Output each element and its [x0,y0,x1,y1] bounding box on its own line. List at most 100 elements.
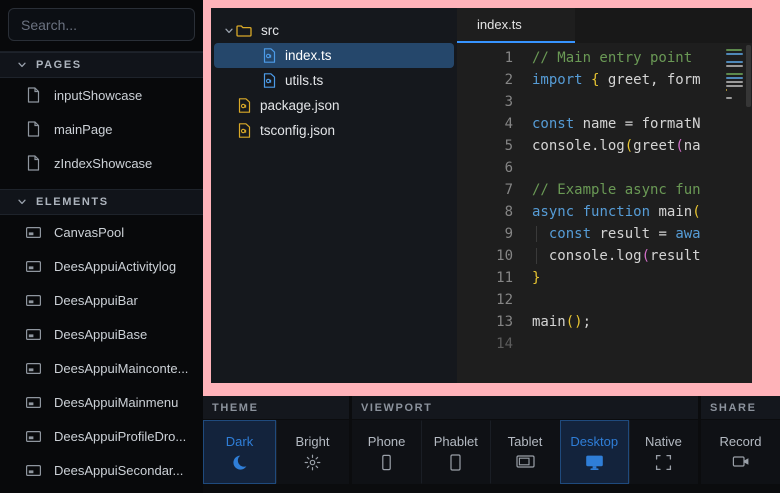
toolbar-button-label: Native [645,434,682,449]
sidebar-item-inputshowcase[interactable]: inputShowcase [0,78,203,112]
sun-icon [304,454,321,471]
tree-item-tsconfig-json[interactable]: tsconfig.json [214,118,454,143]
native-icon [655,454,672,471]
sidebar-item-label: DeesAppuiBar [54,293,138,308]
line-number: 2 [457,72,513,88]
line-number: 4 [457,116,513,132]
editor-tab-bar: index.ts [457,8,752,43]
toolbar-group-header-viewport: VIEWPORT [352,396,698,419]
tablet-icon [516,454,535,469]
code-text: console.log(result [513,248,752,264]
json-file-icon [238,98,251,113]
code-text: // Main entry point [513,50,752,66]
desktop-icon [585,454,604,471]
element-icon [25,329,41,340]
ts-file-icon [263,48,276,63]
sidebar-item-label: DeesAppuiSecondar... [54,463,183,478]
line-number: 5 [457,138,513,154]
chevron-down-icon [17,60,27,70]
sidebar-section-header-elements[interactable]: ELEMENTS [0,189,203,215]
minimap[interactable] [726,49,744,105]
line-number: 7 [457,182,513,198]
toolbar-button-desktop[interactable]: Desktop [560,420,629,484]
element-icon [25,363,41,374]
sidebar-section-header-pages[interactable]: PAGES [0,52,203,78]
toolbar-button-dark[interactable]: Dark [203,420,276,484]
code-lines: 1// Main entry point2import { greet, for… [457,47,752,355]
toolbar-button-record[interactable]: Record [701,420,780,484]
line-number: 9 [457,226,513,242]
bottom-toolbar: THEME Dark Bright VIEWPORTPhone Phablet Table… [203,396,780,493]
line-number: 10 [457,248,513,264]
code-line-5: 5console.log(greet(na [457,135,752,157]
tree-item-package-json[interactable]: package.json [214,93,454,118]
record-icon [732,454,750,469]
sidebar-section-label: PAGES [36,59,82,71]
toolbar-button-label: Bright [296,434,330,449]
chevron-down-icon [17,197,27,207]
phone-icon [378,454,395,471]
sidebar-item-canvaspool[interactable]: CanvasPool [0,215,203,249]
sidebar-item-zindexshowcase[interactable]: zIndexShowcase [0,146,203,180]
code-line-4: 4const name = formatN [457,113,752,135]
tree-item-label: package.json [260,98,340,113]
toolbar-group-label: THEME [212,402,259,414]
code-text: console.log(greet(na [513,138,752,154]
sidebar-item-deesappuibase[interactable]: DeesAppuiBase [0,317,203,351]
page-icon [25,87,41,103]
toolbar-button-bright[interactable]: Bright [276,420,349,484]
toolbar-button-label: Phablet [434,434,478,449]
tree-item-label: tsconfig.json [260,123,335,138]
code-text: // Example async fun [513,182,752,198]
element-icon [25,397,41,408]
element-icon [25,431,41,442]
toolbar-button-label: Record [720,434,762,449]
tree-item-label: index.ts [285,48,332,63]
toolbar-button-label: Dark [226,434,253,449]
search-input[interactable] [8,8,195,41]
app-root: PAGES inputShowcasemainPagezIndexShowcase… [0,0,780,493]
toolbar-group-header-theme: THEME [203,396,349,419]
code-line-14: 14 [457,333,752,355]
sidebar-item-deesappuiprofiledro[interactable]: DeesAppuiProfileDro... [0,419,203,453]
element-icon [25,465,41,476]
page-icon [25,121,41,137]
toolbar-button-native[interactable]: Native [629,420,698,484]
sidebar-item-deesappuiactivitylog[interactable]: DeesAppuiActivitylog [0,249,203,283]
toolbar-button-phone[interactable]: Phone [352,420,421,484]
tab-index-ts[interactable]: index.ts [457,8,575,43]
search-container [0,0,203,49]
code-line-11: 11} [457,267,752,289]
code-text: async function main( [513,204,752,220]
sidebar-sections: PAGES inputShowcasemainPagezIndexShowcase… [0,52,203,487]
line-number: 13 [457,314,513,330]
code-line-9: 9 const result = awa [457,223,752,245]
page-icon [25,155,41,171]
sidebar-item-mainpage[interactable]: mainPage [0,112,203,146]
editor-scrollbar[interactable] [746,45,751,107]
file-tree: src index.ts utils.ts package.json tsconfig.… [211,8,457,383]
tree-item-label: src [261,23,279,38]
toolbar-button-tablet[interactable]: Tablet [490,420,559,484]
tree-item-src[interactable]: src [214,18,454,43]
toolbar-group-header-share: SHARE [701,396,780,419]
sidebar-item-deesappuimainmenu[interactable]: DeesAppuiMainmenu [0,385,203,419]
toolbar-button-label: Desktop [570,434,618,449]
tree-item-utils-ts[interactable]: utils.ts [214,68,454,93]
code-area[interactable]: 1// Main entry point2import { greet, for… [457,43,752,383]
sidebar-item-deesappuisecondar[interactable]: DeesAppuiSecondar... [0,453,203,487]
ts-file-icon [263,73,276,88]
code-line-2: 2import { greet, form [457,69,752,91]
sidebar-item-deesappuibar[interactable]: DeesAppuiBar [0,283,203,317]
element-icon [25,261,41,272]
sidebar-item-label: DeesAppuiProfileDro... [54,429,186,444]
sidebar-item-deesappuimainconte[interactable]: DeesAppuiMainconte... [0,351,203,385]
toolbar-group-share: SHARE Record [701,396,780,484]
toolbar-button-phablet[interactable]: Phablet [421,420,490,484]
toolbar-group-viewport: VIEWPORTPhone Phablet Tablet Desktop Native [352,396,698,484]
element-icon [25,295,41,306]
tree-item-index-ts[interactable]: index.ts [214,43,454,68]
toolbar-group-label: SHARE [710,402,757,414]
code-line-3: 3 [457,91,752,113]
line-number: 11 [457,270,513,286]
